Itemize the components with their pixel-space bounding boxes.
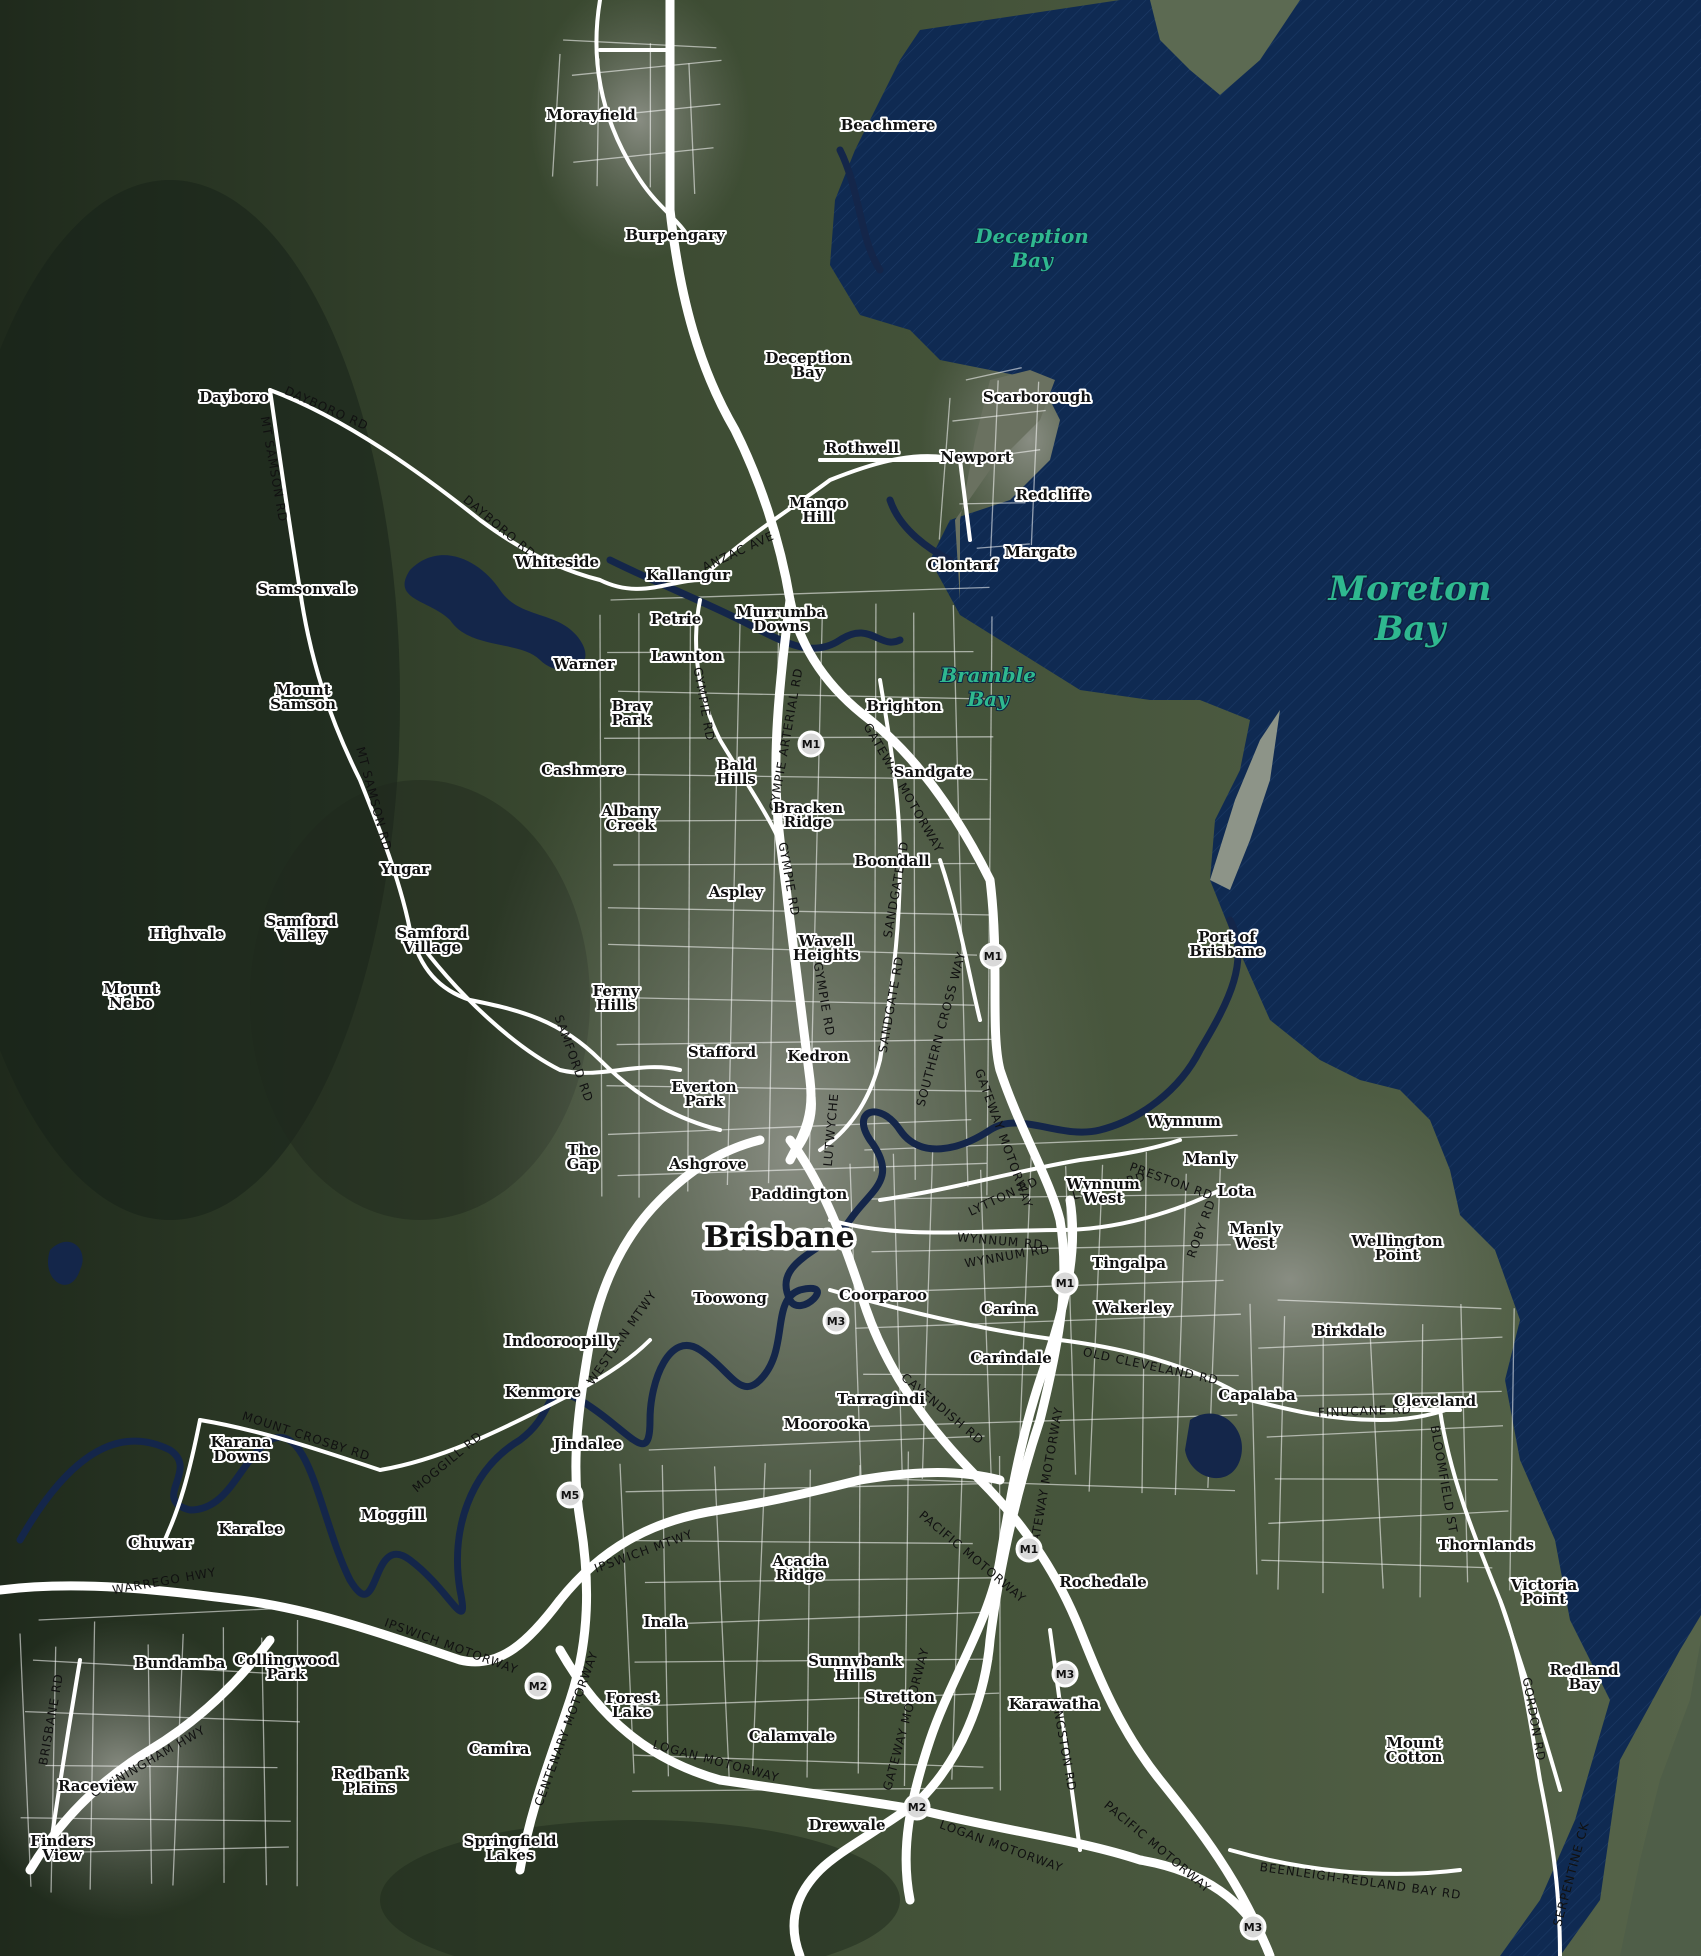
place-label: Petrie (651, 610, 702, 628)
place-label: Calamvale (749, 1727, 836, 1745)
place-label: Camira (469, 1740, 530, 1758)
place-label: Samford Village (396, 924, 468, 956)
place-label: Capalaba (1218, 1386, 1296, 1404)
motorway-shield-m3: M3 (1239, 1913, 1267, 1941)
place-label: Indooroopilly (505, 1332, 619, 1350)
motorway-shield-m2: M2 (903, 1793, 931, 1821)
motorway-shield-m3: M3 (822, 1307, 850, 1335)
svg-text:M1: M1 (984, 950, 1003, 963)
svg-text:M3: M3 (1056, 1668, 1075, 1681)
place-label: Aspley (708, 883, 765, 901)
place-label: Carindale (970, 1349, 1052, 1367)
place-label: Paddington (751, 1185, 848, 1203)
place-label: Jindalee (552, 1435, 623, 1453)
place-label: Kenmore (505, 1383, 581, 1401)
place-label: Chuwar (128, 1534, 193, 1552)
place-label: Newport (940, 448, 1012, 466)
place-label: Forest Lake (606, 1689, 659, 1721)
place-label: Stretton (865, 1688, 935, 1706)
place-label: The Gap (566, 1141, 599, 1173)
place-label: Mount Samson (270, 681, 336, 713)
place-label: Port of Brisbane (1189, 928, 1264, 960)
place-label: Sandgate (894, 763, 973, 781)
place-label: Moggill (361, 1506, 426, 1524)
place-label: Ashgrove (668, 1155, 747, 1173)
place-label: Lota (1217, 1182, 1254, 1200)
place-label: Bundamba (135, 1654, 226, 1672)
place-label: Cleveland (1394, 1392, 1477, 1410)
place-label: Ferny Hills (593, 982, 641, 1014)
place-label: Drewvale (808, 1816, 885, 1834)
place-label: Margate (1005, 543, 1076, 561)
place-label: Raceview (58, 1777, 137, 1795)
place-label: Warner (552, 655, 616, 673)
svg-text:M5: M5 (561, 1489, 580, 1502)
place-label: Stafford (688, 1043, 757, 1061)
svg-text:M2: M2 (908, 1801, 927, 1814)
place-label: Mount Nebo (103, 980, 158, 1012)
motorway-shield-m1: M1 (1051, 1269, 1079, 1297)
svg-text:M3: M3 (1244, 1921, 1263, 1934)
urban-area (460, 630, 1120, 1670)
place-label: Morayfield (546, 106, 636, 124)
place-label: Bray Park (611, 697, 651, 729)
place-label: Birkdale (1313, 1322, 1385, 1340)
place-label: Kedron (787, 1047, 849, 1065)
place-label: Toowong (693, 1289, 767, 1307)
motorway-shield-m1: M1 (797, 730, 825, 758)
place-label: Redcliffe (1016, 486, 1091, 504)
place-label: Wakerley (1093, 1299, 1172, 1317)
place-label: Inala (643, 1613, 686, 1631)
motorway-shield-m1: M1 (1015, 1535, 1043, 1563)
place-label: Bald Hills (716, 756, 756, 788)
motorway-shield-m2: M2 (524, 1672, 552, 1700)
place-label: Rothwell (825, 439, 899, 457)
place-label: Tarragindi (837, 1390, 926, 1408)
place-label: Albany Creek (600, 802, 659, 834)
place-label: Karana Downs (210, 1433, 271, 1465)
motorway-shield-m5: M5 (556, 1481, 584, 1509)
place-label: Samsonvale (257, 580, 356, 598)
place-label: Mount Cotton (1386, 1734, 1443, 1766)
city-label-brisbane: Brisbane (704, 1220, 855, 1255)
place-label: Whiteside (514, 553, 599, 571)
svg-text:M3: M3 (827, 1315, 846, 1328)
place-label: Wynnum (1146, 1112, 1221, 1130)
place-label: Manly West (1229, 1220, 1282, 1252)
place-label: Burpengary (625, 226, 726, 244)
place-label: Moorooka (784, 1415, 869, 1433)
motorway-shield-m3: M3 (1051, 1660, 1079, 1688)
svg-text:M1: M1 (802, 738, 821, 751)
svg-text:M2: M2 (529, 1680, 548, 1693)
place-label: Carina (981, 1300, 1037, 1318)
place-label: Acacia Ridge (771, 1552, 827, 1584)
svg-text:M1: M1 (1056, 1277, 1075, 1290)
place-label: Clontarf (927, 556, 998, 574)
place-label: Lawnton (651, 647, 723, 665)
place-label: Rochedale (1059, 1573, 1147, 1591)
place-label: Wavell Heights (793, 932, 859, 964)
place-label: Cashmere (541, 761, 625, 779)
place-label: Karalee (218, 1520, 283, 1538)
place-label: Manly (1184, 1150, 1237, 1168)
place-label: Yugar (380, 860, 431, 878)
place-label: Kallangur (646, 566, 731, 584)
motorway-shield-m1: M1 (979, 942, 1007, 970)
svg-text:M1: M1 (1020, 1543, 1039, 1556)
place-label: Dayboro (199, 388, 269, 406)
place-label: Beachmere (841, 116, 936, 134)
place-label: Boondall (854, 852, 929, 870)
place-label: Karawatha (1009, 1695, 1100, 1713)
place-label: Brighton (866, 697, 942, 715)
place-label: Tingalpa (1092, 1254, 1166, 1272)
place-label: Scarborough (983, 388, 1091, 406)
place-label: Coorparoo (839, 1286, 927, 1304)
place-label: Thornlands (1438, 1536, 1534, 1554)
place-label: Highvale (150, 925, 225, 943)
brisbane-region-map: DAYBORO RDMT SAMSON RDDAYBORO RD ANZAC AV… (0, 0, 1701, 1956)
